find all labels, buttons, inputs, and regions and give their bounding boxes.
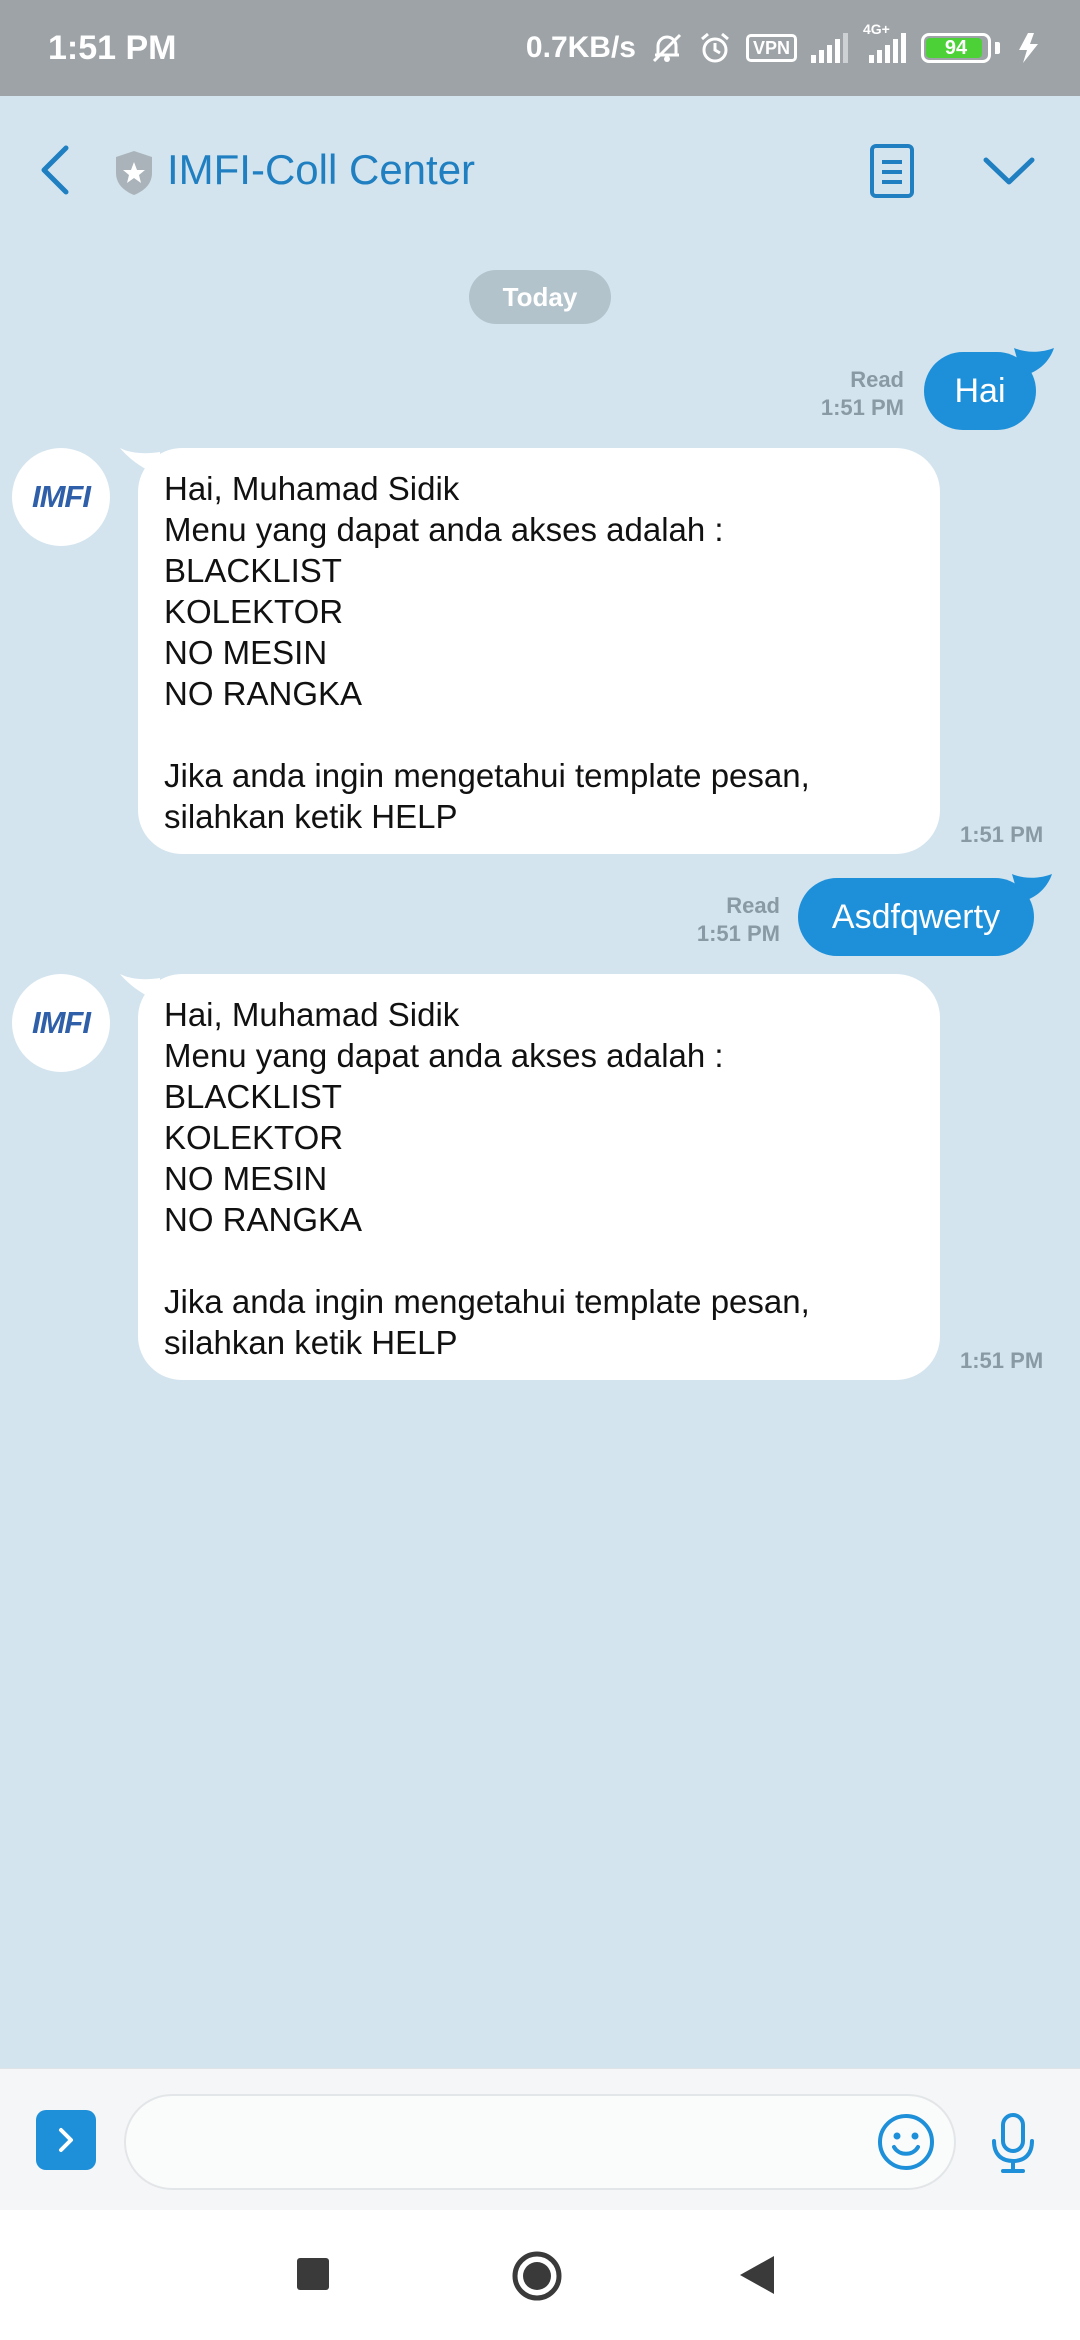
recent-apps-button[interactable] (297, 2258, 329, 2290)
message-line: BLACKLIST (164, 552, 342, 589)
back-button[interactable] (34, 144, 80, 196)
home-button[interactable] (511, 2250, 563, 2302)
message-line: KOLEKTOR (164, 1119, 344, 1156)
chat-header: IMFI-Coll Center (0, 96, 1080, 246)
microphone-icon[interactable] (988, 2111, 1038, 2175)
message-line: Jika anda ingin mengetahui template pesa… (164, 1283, 810, 1320)
status-bar: 1:51 PM 0.7KB/s VPN 4G+ 94 (0, 0, 1080, 96)
date-separator: Today (469, 270, 611, 324)
message-line (164, 714, 914, 755)
read-status: Read (726, 893, 780, 918)
message-line: NO MESIN (164, 1160, 328, 1197)
status-icons: 0.7KB/s VPN 4G+ 94 (525, 21, 1044, 65)
message-line: KOLEKTOR (164, 593, 344, 630)
imfi-logo: IMFI (32, 1005, 91, 1040)
message-composer (0, 2068, 1080, 2210)
message-line: NO RANGKA (164, 675, 363, 712)
shield-star-icon (116, 151, 152, 195)
read-status: Read (850, 367, 904, 392)
status-time: 1:51 PM (48, 28, 177, 67)
message-line: silahkan ketik HELP (164, 798, 458, 835)
message-time: 1:51 PM (820, 395, 904, 420)
smiley-icon[interactable] (876, 2112, 936, 2172)
message-line: Menu yang dapat anda akses adalah : (164, 511, 724, 548)
imfi-logo: IMFI (32, 479, 91, 514)
signal-4g-icon: 4G+ (863, 21, 907, 63)
system-nav-bar (0, 2210, 1080, 2340)
chat-title[interactable]: IMFI-Coll Center (167, 146, 475, 194)
message-line: NO RANGKA (164, 1201, 363, 1238)
message-meta: Read 1:51 PM (760, 366, 904, 422)
signal-icon (811, 33, 849, 63)
incoming-message[interactable]: Hai, Muhamad Sidik Menu yang dapat anda … (138, 448, 940, 854)
message-line: silahkan ketik HELP (164, 1324, 458, 1361)
avatar[interactable]: IMFI (12, 974, 110, 1072)
battery-nub (995, 42, 1000, 54)
message-line: BLACKLIST (164, 1078, 342, 1115)
message-meta: Read 1:51 PM (640, 892, 780, 948)
vpn-badge: VPN (745, 34, 797, 62)
avatar[interactable]: IMFI (12, 448, 110, 546)
message-time: 1:51 PM (960, 822, 1044, 847)
message-line: Menu yang dapat anda akses adalah : (164, 1037, 724, 1074)
alarm-icon (698, 31, 732, 65)
back-nav-button[interactable] (738, 2254, 776, 2296)
chevron-down-icon[interactable] (982, 152, 1036, 190)
bubble-tail (1012, 874, 1052, 902)
network-speed: 0.7KB/s (525, 31, 636, 64)
battery-level: 94 (944, 36, 968, 59)
mute-bell-icon (650, 31, 684, 65)
bubble-tail (1014, 348, 1054, 376)
message-line: Hai, Muhamad Sidik (164, 996, 460, 1033)
notes-icon[interactable] (868, 142, 916, 200)
chevron-right-icon (59, 2128, 73, 2152)
charging-icon (1014, 31, 1044, 65)
network-type: 4G+ (863, 21, 890, 37)
message-line (164, 1240, 914, 1281)
message-line: NO MESIN (164, 634, 328, 671)
message-time: 1:51 PM (960, 1348, 1044, 1373)
message-time: 1:51 PM (696, 921, 780, 946)
message-line: Jika anda ingin mengetahui template pesa… (164, 757, 810, 794)
outgoing-message[interactable]: Asdfqwerty (798, 878, 1034, 956)
message-line: Hai, Muhamad Sidik (164, 470, 460, 507)
battery-icon: 94 (921, 33, 991, 63)
incoming-message[interactable]: Hai, Muhamad Sidik Menu yang dapat anda … (138, 974, 940, 1380)
expand-menu-button[interactable] (36, 2110, 96, 2170)
message-input[interactable] (124, 2094, 956, 2190)
